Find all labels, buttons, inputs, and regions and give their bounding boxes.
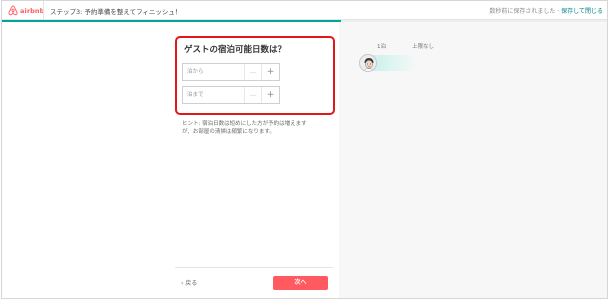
- preview-panel: 1泊 上限なし: [339, 22, 607, 298]
- min-nights-stepper: 泊から — +: [182, 63, 280, 81]
- highlighted-question-card: ゲストの宿泊可能日数は？ 泊から — + 泊まで — +: [175, 36, 335, 115]
- footer-divider: [175, 267, 333, 268]
- hint-text: ヒント: 宿泊日数は短めにした方が予約は増えますが、お部屋の清掃は頻繁になります…: [182, 121, 307, 135]
- preview-min-label: 1泊: [377, 44, 386, 50]
- preview-max-label: 上限なし: [412, 44, 435, 50]
- max-nights-decrement-button[interactable]: —: [245, 87, 262, 103]
- max-nights-stepper: 泊まで — +: [182, 86, 280, 104]
- logo-wordmark: airbnb: [20, 6, 45, 15]
- save-status: 数秒前に保存されました · 保存して閉じる: [489, 6, 603, 15]
- app-window: airbnb ステップ3: 予約準備を整えてフィニッシュ！ 数秒前に保存されまし…: [1, 0, 608, 299]
- header-divider: [43, 1, 44, 20]
- min-nights-decrement-button[interactable]: —: [245, 64, 262, 80]
- airbnb-logo-icon: [8, 5, 18, 16]
- max-nights-increment-button[interactable]: +: [262, 87, 279, 103]
- save-status-text: 数秒前に保存されました ·: [489, 8, 560, 15]
- min-nights-input[interactable]: 泊から: [183, 64, 245, 80]
- progress-fill: [2, 20, 341, 22]
- airbnb-logo[interactable]: airbnb: [8, 4, 44, 17]
- next-button[interactable]: 次へ: [273, 276, 328, 290]
- max-nights-input[interactable]: 泊まで: [183, 87, 245, 103]
- back-link[interactable]: ‹ 戻る: [181, 278, 197, 287]
- question-title: ゲストの宿泊可能日数は？: [184, 45, 287, 55]
- step-title: ステップ3: 予約準備を整えてフィニッシュ！: [50, 8, 182, 16]
- save-and-exit-link[interactable]: 保存して閉じる: [561, 8, 603, 15]
- min-nights-increment-button[interactable]: +: [262, 64, 279, 80]
- host-avatar: [359, 54, 377, 72]
- top-header: airbnb ステップ3: 予約準備を整えてフィニッシュ！ 数秒前に保存されまし…: [2, 1, 607, 20]
